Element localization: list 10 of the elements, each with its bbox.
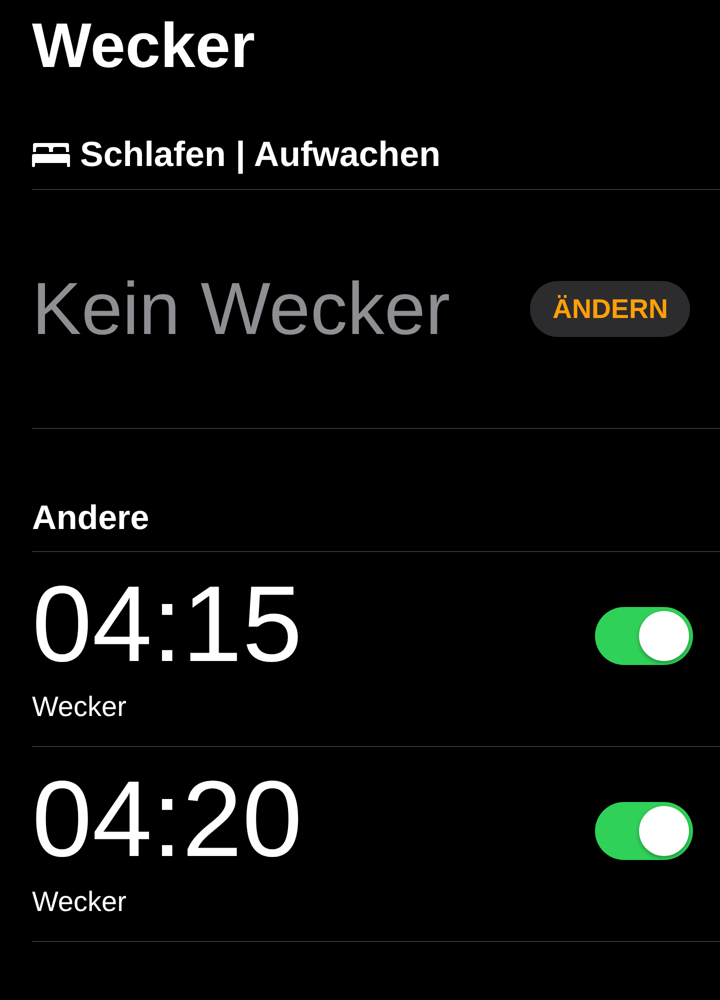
bed-icon [32, 143, 70, 167]
section-heading: Andere [32, 499, 150, 537]
no-alarm-text: Kein Wecker [32, 269, 450, 349]
alarm-label: Wecker [32, 886, 126, 918]
change-button[interactable]: ÄNDERN [530, 281, 690, 337]
section-heading: Schlafen | Aufwachen [80, 134, 441, 176]
page-title: Wecker [31, 10, 256, 78]
alarm-time: 04:15 [32, 569, 302, 679]
alarm-label: Wecker [32, 691, 126, 723]
alarm-time: 04:20 [32, 764, 302, 874]
